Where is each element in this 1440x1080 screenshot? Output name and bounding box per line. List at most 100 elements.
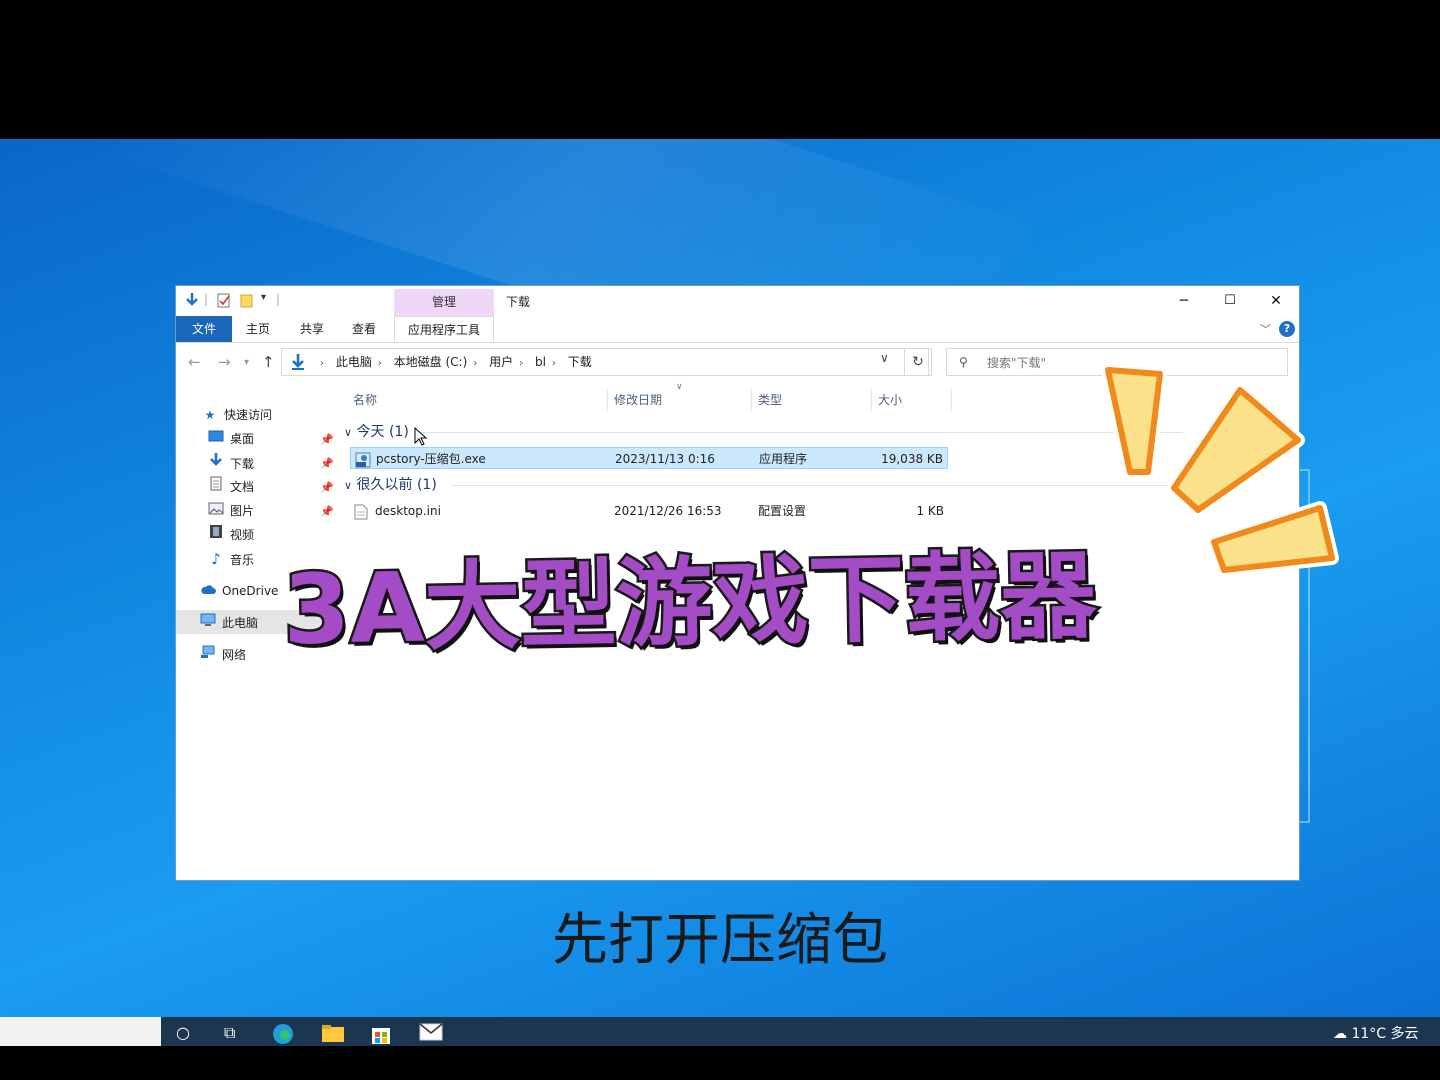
properties-icon[interactable] bbox=[216, 292, 232, 312]
breadcrumb-separator-icon[interactable]: › bbox=[473, 358, 477, 369]
breadcrumb-separator-icon: › bbox=[320, 358, 324, 369]
exclamation-burst-icon bbox=[1101, 363, 1339, 577]
download-icon bbox=[208, 452, 224, 475]
new-folder-icon[interactable] bbox=[239, 292, 255, 312]
group-header-long-ago[interactable]: ∨ 很久以前 (1) bbox=[344, 474, 1172, 496]
file-name: pcstory-压缩包.exe bbox=[376, 452, 486, 466]
breadcrumb-this-pc[interactable]: 此电脑 bbox=[336, 355, 372, 369]
group-collapse-chevron-icon: ∨ bbox=[344, 426, 353, 439]
table-row[interactable]: pcstory-压缩包.exe 2023/11/13 0:16 应用程序 19,… bbox=[350, 447, 948, 469]
sidebar-item-label: 文档 bbox=[230, 480, 255, 494]
search-icon: ⚲ bbox=[959, 355, 968, 369]
tab-home[interactable]: 主页 bbox=[240, 316, 276, 342]
file-explorer-icon[interactable] bbox=[321, 1023, 345, 1047]
video-subtitle: 先打开压缩包 bbox=[552, 908, 888, 973]
sidebar-item-label: 此电脑 bbox=[222, 616, 259, 630]
toolbar-separator: | bbox=[204, 292, 209, 306]
customize-toolbar-chevron-icon[interactable]: ▾ bbox=[261, 292, 266, 303]
cortana-circle-icon[interactable]: ○ bbox=[176, 1023, 190, 1042]
column-header-date[interactable]: 修改日期 bbox=[614, 388, 662, 412]
sidebar-item-onedrive[interactable]: OneDrive bbox=[200, 580, 278, 602]
file-type: 配置设置 bbox=[758, 504, 807, 518]
file-name-cell: pcstory-压缩包.exe bbox=[355, 448, 486, 470]
back-arrow-icon[interactable]: ← bbox=[188, 353, 201, 371]
sidebar-item-documents[interactable]: 文档 bbox=[208, 476, 254, 498]
mail-icon[interactable] bbox=[419, 1023, 443, 1045]
download-folder-icon bbox=[290, 353, 306, 375]
toolbar-separator-2: | bbox=[276, 292, 281, 306]
breadcrumb-user-bl[interactable]: bl bbox=[535, 355, 546, 369]
breadcrumb-users[interactable]: 用户 bbox=[489, 355, 513, 369]
document-icon bbox=[208, 476, 224, 498]
tab-view[interactable]: 查看 bbox=[346, 316, 382, 342]
group-collapse-chevron-icon: ∨ bbox=[344, 479, 353, 492]
sidebar-item-label: 下载 bbox=[230, 457, 255, 471]
group-divider bbox=[451, 484, 1172, 486]
close-button[interactable]: ✕ bbox=[1253, 286, 1299, 316]
pin-icon[interactable]: 📌 bbox=[320, 481, 334, 494]
taskbar-search-box[interactable] bbox=[0, 1017, 161, 1046]
cloud-icon bbox=[200, 580, 216, 602]
breadcrumb-separator-icon[interactable]: › bbox=[552, 358, 556, 369]
weather-widget[interactable]: ☁ 11°C 多云 bbox=[1333, 1023, 1419, 1043]
minimize-button[interactable]: ─ bbox=[1161, 286, 1207, 316]
column-header-name[interactable]: 名称 bbox=[353, 388, 377, 412]
picture-icon bbox=[208, 500, 224, 522]
promo-headline: 3A大型游戏下载器 bbox=[280, 537, 1100, 668]
up-arrow-icon[interactable]: ↑ bbox=[262, 353, 275, 371]
file-size: 1 KB bbox=[916, 504, 944, 518]
refresh-button[interactable]: ↻ bbox=[904, 348, 932, 376]
sidebar-item-quick-access[interactable]: ★ 快速访问 bbox=[202, 404, 272, 426]
column-header-size[interactable]: 大小 bbox=[878, 388, 902, 412]
table-row[interactable]: desktop.ini 2021/12/26 16:53 配置设置 1 KB bbox=[350, 500, 948, 522]
address-dropdown-chevron-icon[interactable]: ∨ bbox=[880, 351, 889, 365]
maximize-button[interactable]: ☐ bbox=[1207, 286, 1253, 316]
sidebar-item-label: 视频 bbox=[230, 528, 255, 542]
column-separator[interactable] bbox=[951, 388, 952, 412]
forward-arrow-icon[interactable]: → bbox=[218, 353, 231, 371]
window-title: 下载 bbox=[506, 295, 531, 309]
sidebar-item-videos[interactable]: 视频 bbox=[208, 524, 254, 546]
breadcrumb-local-disk[interactable]: 本地磁盘 (C:) bbox=[394, 355, 468, 369]
weather-text: 11°C 多云 bbox=[1351, 1026, 1419, 1042]
sidebar-item-this-pc[interactable]: 此电脑 bbox=[200, 612, 258, 634]
breadcrumb: › 此电脑 › 本地磁盘 (C:) › 用户 › bl › 下载 bbox=[320, 349, 598, 375]
ribbon-expand-chevron-icon[interactable]: ﹀ bbox=[1260, 321, 1271, 337]
title-bar: | ▾ | 管理 下载 ─ ☐ ✕ bbox=[176, 286, 1299, 317]
group-header-today[interactable]: ∨ 今天 (1) bbox=[344, 421, 1184, 443]
sidebar-item-desktop[interactable]: 桌面 bbox=[208, 428, 254, 450]
pin-icon[interactable]: 📌 bbox=[320, 505, 334, 518]
tab-application-tools[interactable]: 应用程序工具 bbox=[394, 316, 494, 342]
sidebar-item-pictures[interactable]: 图片 bbox=[208, 500, 254, 522]
sidebar-item-music[interactable]: ♪ 音乐 bbox=[208, 548, 254, 570]
breadcrumb-separator-icon[interactable]: › bbox=[519, 358, 523, 369]
taskbar: ○ ⧉ ☁ 11°C 多云 bbox=[0, 1017, 1440, 1046]
column-separator[interactable] bbox=[871, 388, 872, 412]
cloud-weather-icon: ☁ bbox=[1333, 1026, 1347, 1042]
tab-file[interactable]: 文件 bbox=[176, 316, 232, 342]
pin-icon[interactable]: 📌 bbox=[320, 433, 334, 446]
column-separator[interactable] bbox=[607, 388, 608, 412]
task-view-icon[interactable]: ⧉ bbox=[224, 1023, 235, 1043]
refresh-icon: ↻ bbox=[912, 354, 924, 370]
quick-access-download-icon[interactable] bbox=[184, 292, 200, 312]
help-icon[interactable]: ? bbox=[1279, 321, 1295, 337]
address-bar[interactable]: › 此电脑 › 本地磁盘 (C:) › 用户 › bl › 下载 ∨ bbox=[281, 348, 929, 376]
manage-context-tab[interactable]: 管理 bbox=[394, 289, 494, 317]
breadcrumb-separator-icon[interactable]: › bbox=[378, 358, 382, 369]
sidebar-item-network[interactable]: 网络 bbox=[200, 644, 246, 666]
video-letterbox-bottom bbox=[0, 1046, 1440, 1080]
sidebar-item-label: 网络 bbox=[222, 648, 247, 662]
tab-share[interactable]: 共享 bbox=[294, 316, 330, 342]
file-type: 应用程序 bbox=[759, 452, 808, 466]
group-label: 今天 (1) bbox=[356, 424, 409, 440]
pin-icon[interactable]: 📌 bbox=[320, 457, 334, 470]
breadcrumb-downloads[interactable]: 下载 bbox=[568, 355, 592, 369]
column-separator[interactable] bbox=[751, 388, 752, 412]
sidebar-item-downloads[interactable]: 下载 bbox=[208, 452, 254, 474]
video-icon bbox=[208, 524, 224, 546]
music-icon: ♪ bbox=[211, 550, 221, 568]
recent-locations-chevron-icon[interactable]: ▾ bbox=[244, 357, 249, 368]
network-icon bbox=[200, 644, 216, 666]
column-header-type[interactable]: 类型 bbox=[758, 388, 782, 412]
